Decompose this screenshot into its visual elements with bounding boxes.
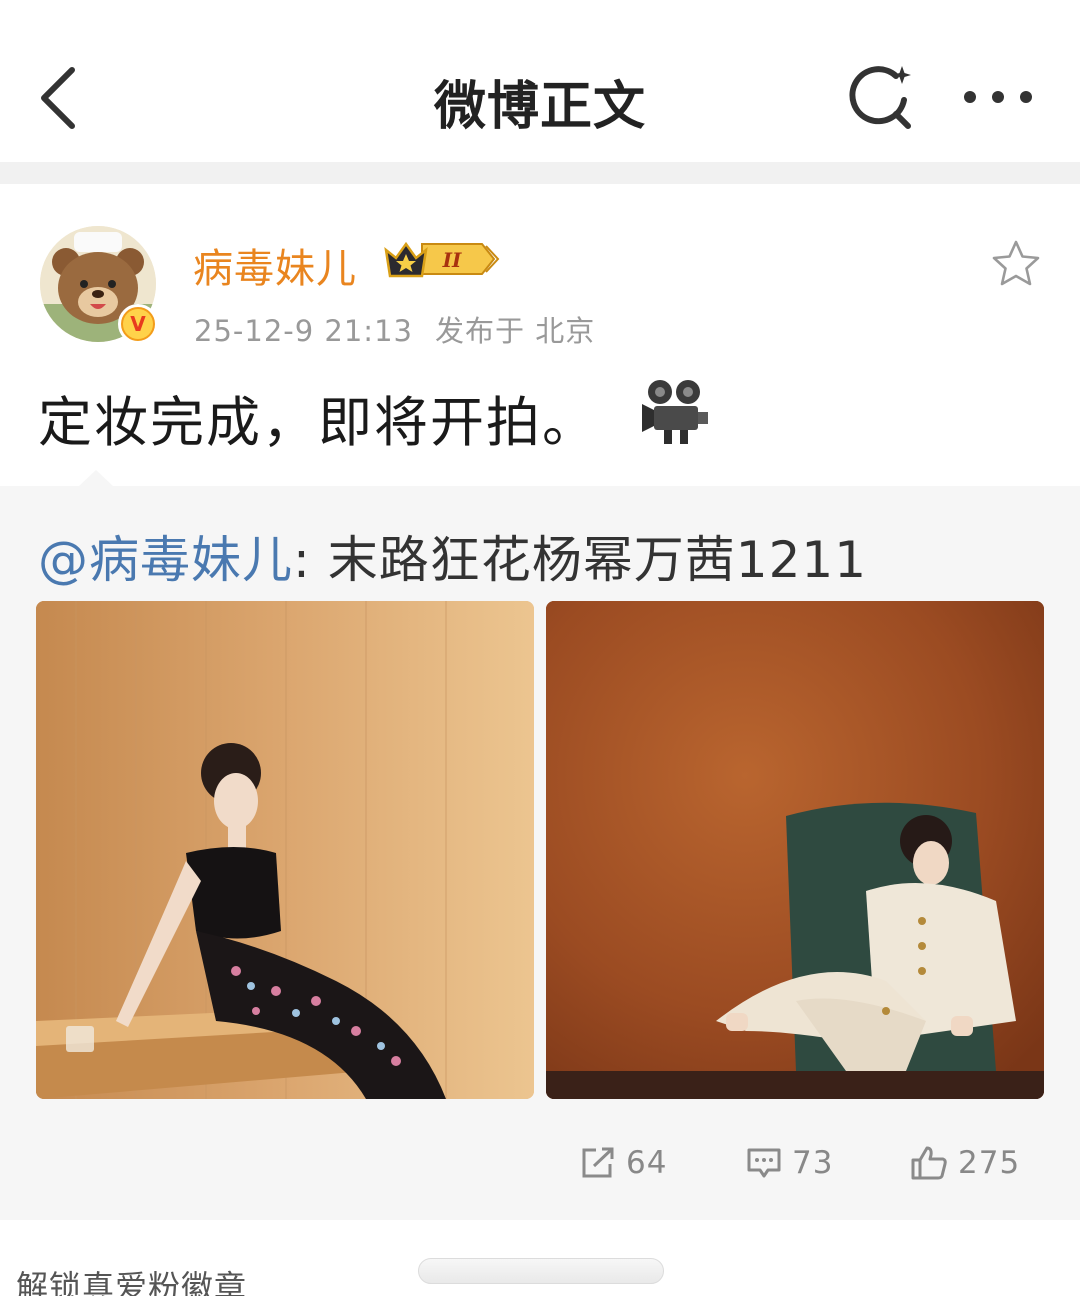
repost-pointer: [78, 470, 114, 487]
repost-separator: :: [293, 531, 311, 589]
more-button[interactable]: [960, 80, 1036, 114]
photo-woman-black-dress: [36, 601, 534, 1099]
username[interactable]: 病毒妹儿: [193, 236, 357, 294]
home-indicator[interactable]: [418, 1258, 664, 1284]
verified-badge: V: [118, 304, 158, 344]
search-button[interactable]: [846, 62, 916, 132]
verified-badge-label: V: [123, 309, 153, 339]
vip-level-label: II: [442, 248, 462, 272]
comment-icon: [747, 1148, 781, 1178]
section-divider: [0, 162, 1080, 184]
repost-image-2[interactable]: [546, 601, 1044, 1099]
repost-text-line[interactable]: @病毒妹儿: 末路狂花杨幂万茜1211: [38, 520, 867, 592]
unlock-fan-badge-link[interactable]: 解锁真爱粉徽章: [16, 1262, 247, 1296]
vip-level-badge[interactable]: II: [382, 236, 500, 282]
movie-camera-icon: [640, 378, 712, 446]
comment-action[interactable]: 73: [746, 1140, 833, 1186]
like-count: 275: [958, 1145, 1021, 1181]
search-sparkle-icon: [849, 66, 911, 129]
more-dots-icon: [964, 91, 1032, 103]
thumbs-up-icon: [911, 1146, 947, 1180]
like-action[interactable]: 275: [910, 1140, 1020, 1186]
repost-action[interactable]: 64: [580, 1140, 667, 1186]
comment-count: 73: [792, 1145, 834, 1181]
post-location: 发布于 北京: [434, 314, 596, 348]
favorite-button[interactable]: [990, 238, 1042, 290]
post-body-text: 定妆完成，即将开拍。: [38, 391, 598, 454]
share-icon: [582, 1147, 614, 1178]
crown-badge-icon: II: [384, 241, 500, 278]
post-meta: 25-12-9 21:13 发布于 北京: [194, 308, 595, 350]
repost-count: 64: [626, 1145, 668, 1181]
repost-text: 末路狂花杨幂万茜1211: [327, 531, 868, 589]
post-timestamp: 25-12-9 21:13: [194, 314, 413, 348]
top-nav-bar: 微博正文: [0, 0, 1080, 162]
repost-image-1[interactable]: [36, 601, 534, 1099]
star-outline-icon: [992, 240, 1040, 286]
repost-mention-link[interactable]: @病毒妹儿: [38, 531, 293, 589]
page-title: 微博正文: [433, 77, 646, 137]
photo-woman-cream-suit: [546, 601, 1044, 1099]
